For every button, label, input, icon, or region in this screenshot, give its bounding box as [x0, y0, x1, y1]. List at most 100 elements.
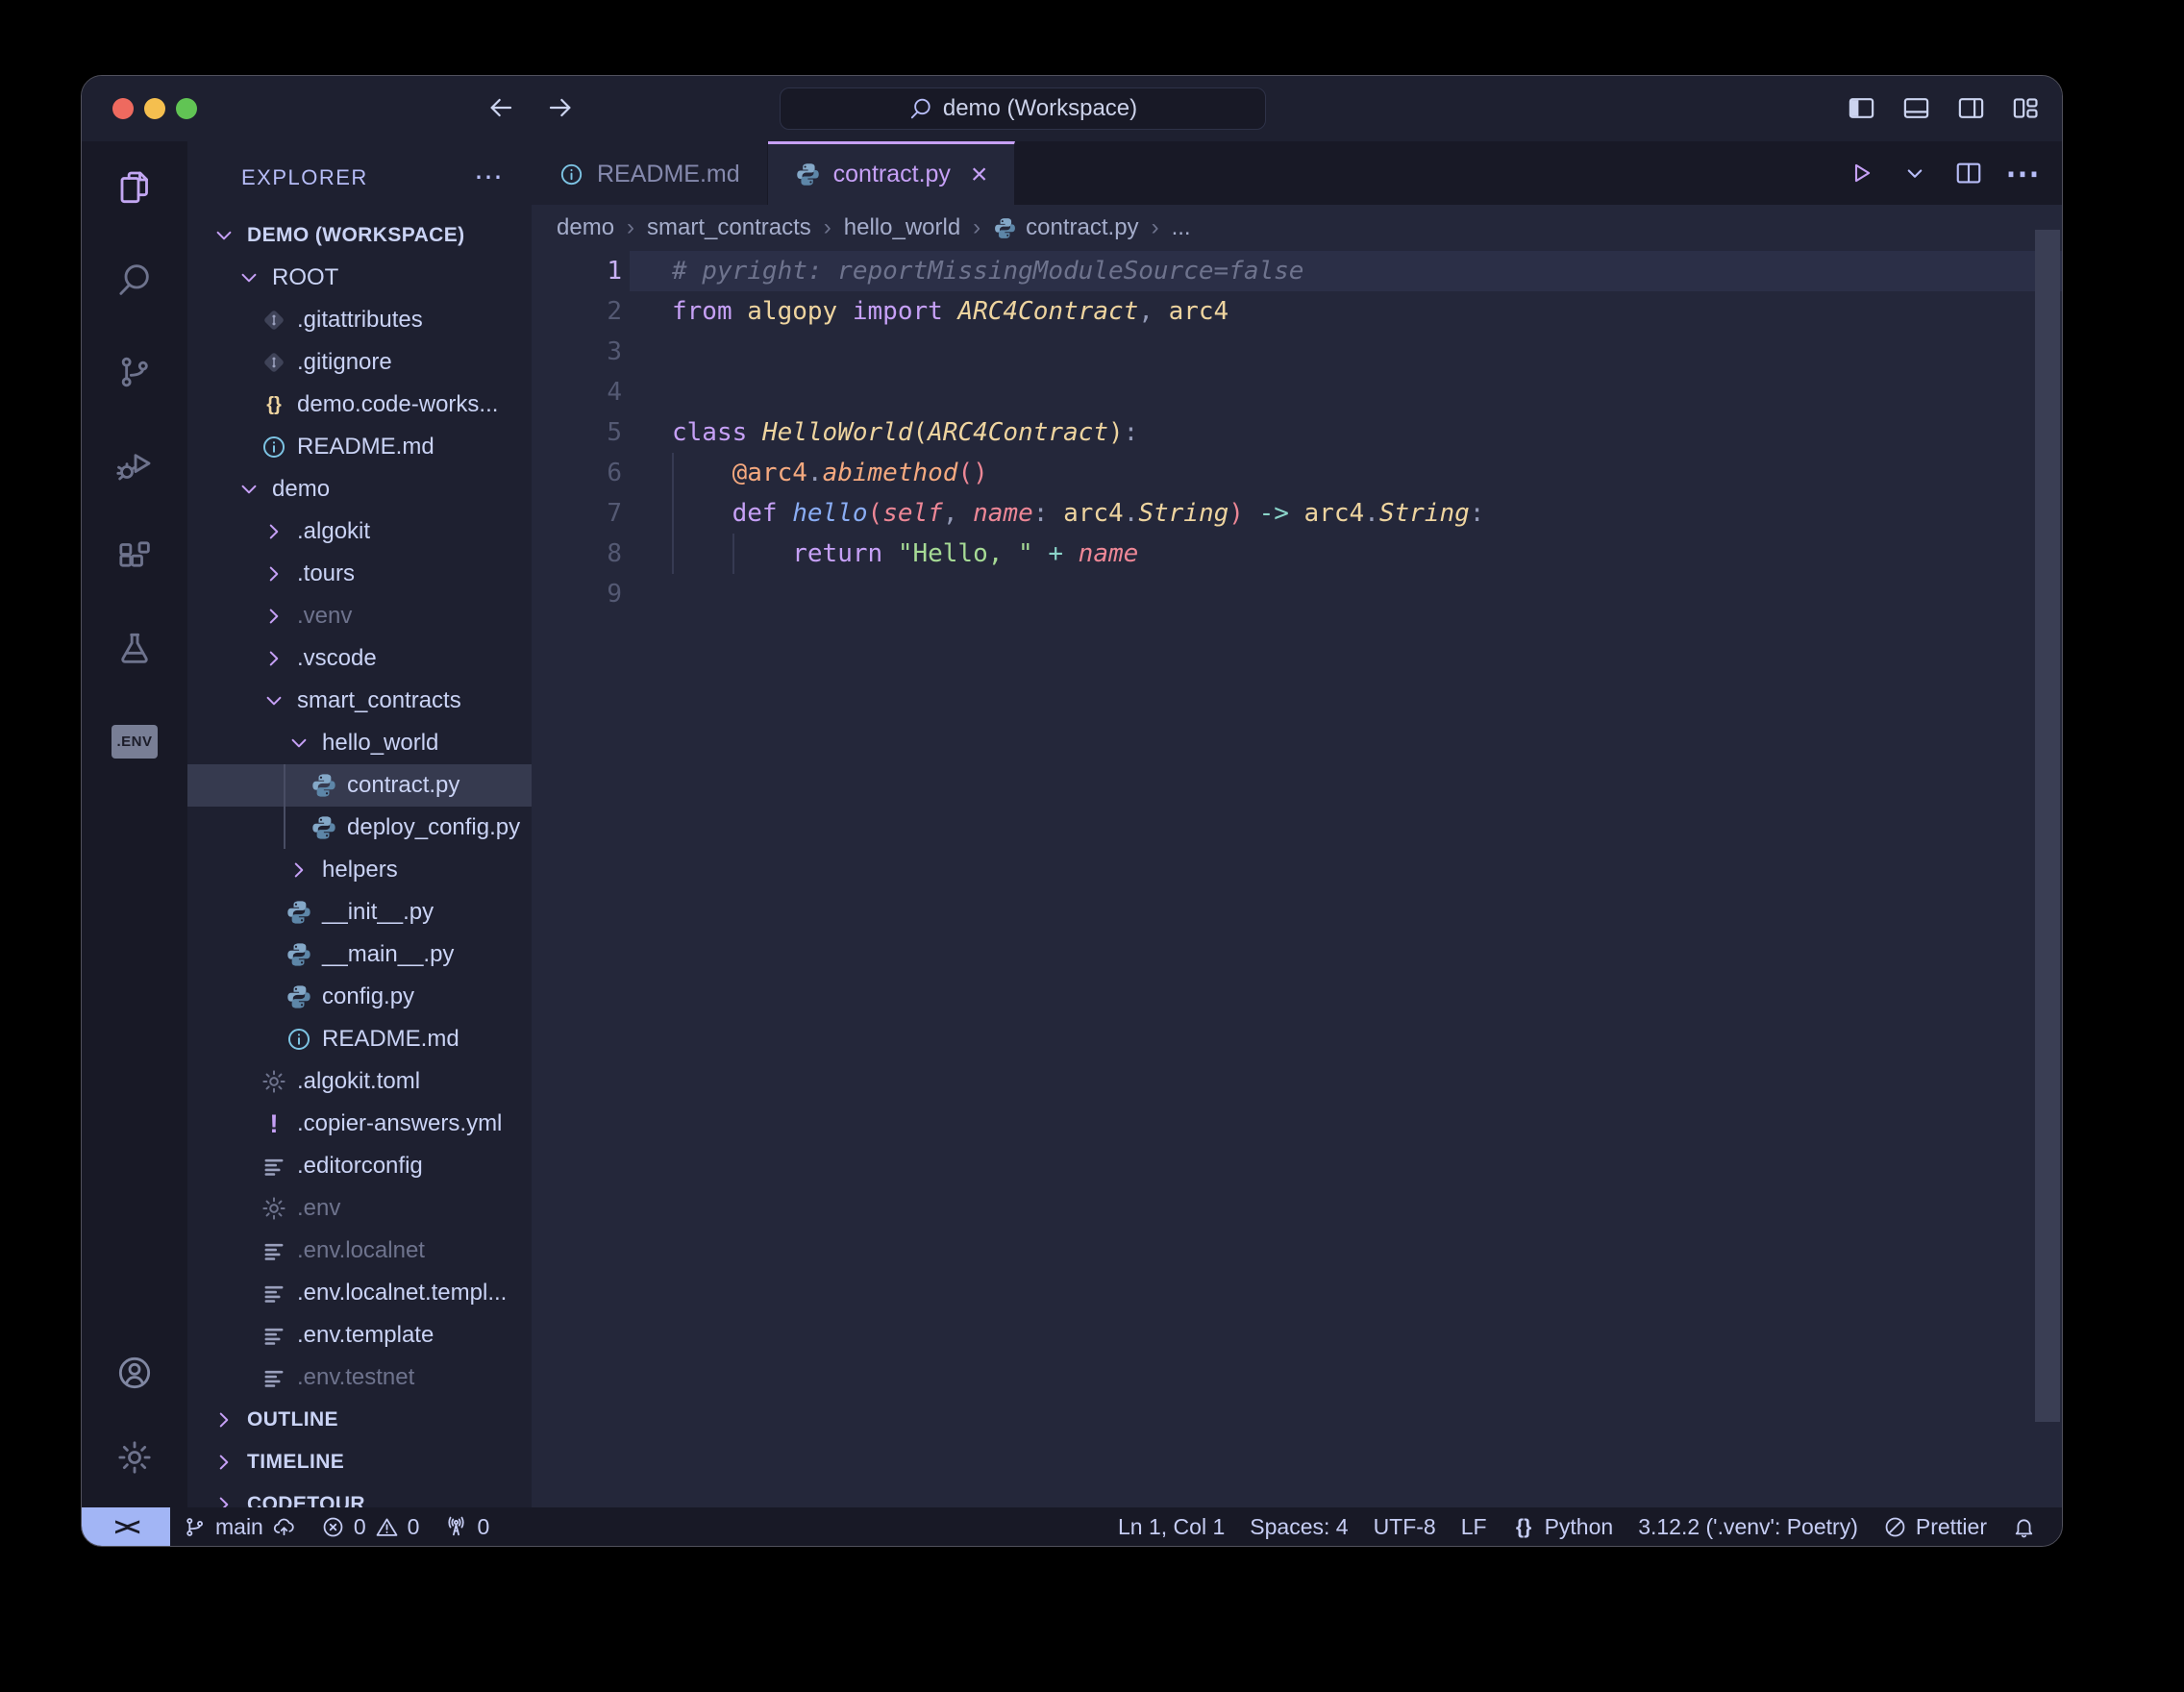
tree-item-helpers[interactable]: helpers: [187, 849, 532, 891]
tree-item-venv[interactable]: .venv: [187, 595, 532, 637]
tree-item-env-localnet[interactable]: .env.localnet: [187, 1230, 532, 1272]
tree-item-tours[interactable]: .tours: [187, 553, 532, 595]
status-ports[interactable]: 0: [432, 1507, 502, 1546]
tree-item-deploy-config-py[interactable]: deploy_config.py: [187, 807, 532, 849]
tree-item-main-py[interactable]: __main__.py: [187, 933, 532, 976]
tab-label: README.md: [597, 161, 740, 188]
status-prettier[interactable]: Prettier: [1871, 1507, 1999, 1546]
code-line-text: from algopy import ARC4Contract, arc4: [672, 291, 1228, 332]
tree-item-algokit-toml[interactable]: .algokit.toml: [187, 1060, 532, 1103]
search-icon: [115, 261, 154, 299]
activity-accounts[interactable]: [82, 1331, 187, 1415]
tree-item-env-testnet[interactable]: .env.testnet: [187, 1356, 532, 1399]
breadcrumb-item-smart-contracts[interactable]: smart_contracts: [647, 214, 811, 241]
tree-item-timeline[interactable]: TIMELINE: [187, 1441, 532, 1483]
tree-item-copier-answers-yml[interactable]: !.copier-answers.yml: [187, 1103, 532, 1145]
tree-item-gitattributes[interactable]: .gitattributes: [187, 299, 532, 341]
tree-item-config-py[interactable]: config.py: [187, 976, 532, 1018]
breadcrumb[interactable]: demo›smart_contracts›hello_world›contrac…: [532, 205, 2062, 251]
window-controls: [112, 98, 197, 119]
tree-item-demo[interactable]: demo: [187, 468, 532, 510]
tree-item-init-py[interactable]: __init__.py: [187, 891, 532, 933]
command-center[interactable]: demo (Workspace): [780, 87, 1266, 130]
tree-item-codetour[interactable]: CODETOUR: [187, 1483, 532, 1507]
tree-item-env[interactable]: .env: [187, 1187, 532, 1230]
activity-explorer[interactable]: [82, 141, 187, 234]
status-branch[interactable]: main: [170, 1507, 309, 1546]
tree-item-demo-code-works[interactable]: {}demo.code-works...: [187, 384, 532, 426]
tree-item-label: .algokit: [297, 518, 370, 545]
status-encoding[interactable]: UTF-8: [1361, 1507, 1449, 1546]
activity-search[interactable]: [82, 234, 187, 326]
run-options-icon[interactable]: [1900, 159, 1929, 187]
tree-item-smart-contracts[interactable]: smart_contracts: [187, 680, 532, 722]
breadcrumb-item-demo[interactable]: demo: [557, 214, 614, 241]
status-eol[interactable]: LF: [1449, 1507, 1500, 1546]
status-language-mode[interactable]: {}Python: [1500, 1507, 1626, 1546]
tree-item-label: .editorconfig: [297, 1153, 423, 1180]
editor-scrollbar[interactable]: [2035, 230, 2060, 1422]
code-line-9[interactable]: 9: [532, 574, 2062, 614]
code-line-6[interactable]: 6 @arc4.abimethod(): [532, 453, 2062, 493]
status-remote[interactable]: ><: [82, 1507, 170, 1546]
toggle-primary-sidebar-icon[interactable]: [1847, 93, 1876, 123]
minimize-window-button[interactable]: [144, 98, 165, 119]
tree-item-readme-md[interactable]: README.md: [187, 426, 532, 468]
breadcrumb-item-contract-py[interactable]: contract.py: [993, 214, 1138, 241]
code-line-7[interactable]: 7 def hello(self, name: arc4.String) -> …: [532, 493, 2062, 534]
close-window-button[interactable]: [112, 98, 134, 119]
dotenv-badge-icon: .ENV: [112, 725, 158, 759]
toggle-secondary-sidebar-icon[interactable]: [1956, 93, 1986, 123]
tree-item-root[interactable]: ROOT: [187, 257, 532, 299]
status-cursor-position[interactable]: Ln 1, Col 1: [1105, 1507, 1237, 1546]
activity-run-and-debug[interactable]: [82, 418, 187, 510]
tab-readme-md[interactable]: README.md: [532, 141, 768, 205]
activity-extensions[interactable]: [82, 510, 187, 603]
split-editor-icon[interactable]: [1954, 159, 1983, 187]
tree-item-hello-world[interactable]: hello_world: [187, 722, 532, 764]
code-line-1[interactable]: 1# pyright: reportMissingModuleSource=fa…: [532, 251, 2062, 291]
more-actions-icon[interactable]: ⋯: [2008, 159, 2037, 187]
breadcrumb-item-hello-world[interactable]: hello_world: [844, 214, 960, 241]
run-python-file-icon[interactable]: [1847, 159, 1875, 187]
status-indentation[interactable]: Spaces: 4: [1237, 1507, 1360, 1546]
tree-item-env-template[interactable]: .env.template: [187, 1314, 532, 1356]
tree-item-editorconfig[interactable]: .editorconfig: [187, 1145, 532, 1187]
customize-layout-icon[interactable]: [2011, 93, 2041, 123]
tree-item-gitignore[interactable]: .gitignore: [187, 341, 532, 384]
code-line-8[interactable]: 8 return "Hello, " + name: [532, 534, 2062, 574]
breadcrumb-item-[interactable]: ...: [1172, 214, 1191, 241]
activity-testing[interactable]: [82, 603, 187, 695]
python-file-icon: [310, 772, 337, 799]
status-python-interpreter[interactable]: 3.12.2 ('.venv': Poetry): [1626, 1507, 1871, 1546]
close-tab-icon[interactable]: ×: [971, 161, 988, 189]
code-line-2[interactable]: 2from algopy import ARC4Contract, arc4: [532, 291, 2062, 332]
tree-item-outline[interactable]: OUTLINE: [187, 1399, 532, 1441]
code-line-4[interactable]: 4: [532, 372, 2062, 412]
forward-icon[interactable]: [545, 92, 576, 123]
tree-item-demo-workspace[interactable]: DEMO (WORKSPACE): [187, 214, 532, 257]
chevron-down-icon: [211, 222, 237, 249]
status-problems[interactable]: 00: [309, 1507, 433, 1546]
activity-source-control[interactable]: [82, 326, 187, 418]
zoom-window-button[interactable]: [176, 98, 197, 119]
tab-contract-py[interactable]: contract.py×: [768, 141, 1016, 205]
code-line-3[interactable]: 3: [532, 332, 2062, 372]
activity-dotenv[interactable]: .ENV: [82, 695, 187, 787]
tree-item-vscode[interactable]: .vscode: [187, 637, 532, 680]
activity-settings[interactable]: [82, 1415, 187, 1500]
explorer-more-actions-icon[interactable]: ⋯: [474, 163, 503, 192]
back-icon[interactable]: [485, 92, 516, 123]
toggle-panel-icon[interactable]: [1901, 93, 1931, 123]
breadcrumb-label: hello_world: [844, 214, 960, 241]
code-editor[interactable]: 1# pyright: reportMissingModuleSource=fa…: [532, 251, 2062, 1507]
status-notifications[interactable]: [1999, 1507, 2048, 1546]
titlebar: demo (Workspace): [82, 76, 2062, 141]
code-line-5[interactable]: 5class HelloWorld(ARC4Contract):: [532, 412, 2062, 453]
tree-item-readme-md[interactable]: README.md: [187, 1018, 532, 1060]
tree-item-env-localnet-templ[interactable]: .env.localnet.templ...: [187, 1272, 532, 1314]
tree-item-label: CODETOUR: [247, 1493, 365, 1507]
tree-item-algokit[interactable]: .algokit: [187, 510, 532, 553]
extensions-icon: [115, 537, 154, 576]
tree-item-contract-py[interactable]: contract.py: [187, 764, 532, 807]
